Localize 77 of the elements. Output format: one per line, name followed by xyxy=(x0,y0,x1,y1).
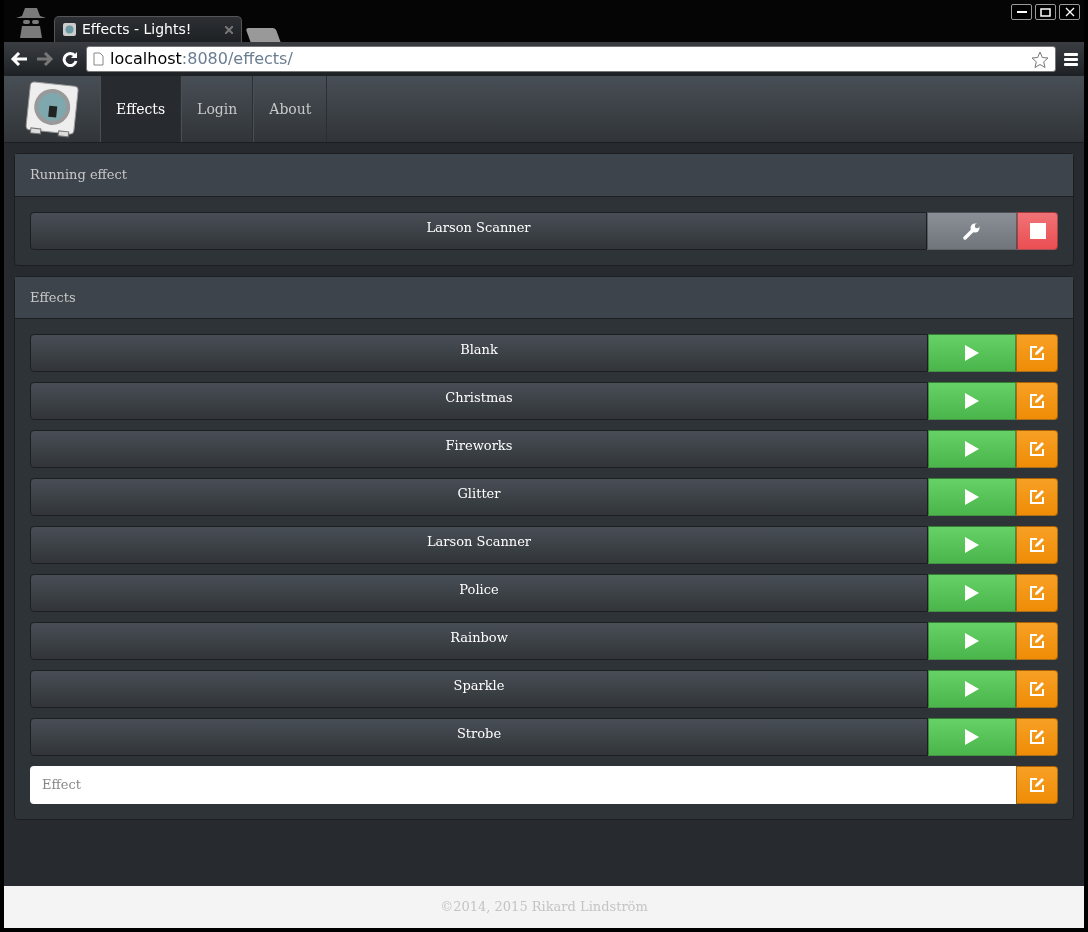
wrench-icon xyxy=(963,221,981,240)
menu-icon[interactable] xyxy=(1064,52,1078,66)
play-icon xyxy=(965,345,979,361)
play-button[interactable] xyxy=(928,622,1016,660)
play-button[interactable] xyxy=(928,574,1016,612)
nav-tab[interactable]: Login xyxy=(181,76,254,142)
star-icon[interactable] xyxy=(1031,50,1049,68)
play-icon xyxy=(965,681,979,697)
play-icon xyxy=(965,441,979,457)
edit-button[interactable] xyxy=(1016,622,1058,660)
stop-button[interactable] xyxy=(1017,211,1058,250)
panel-title: Running effect xyxy=(15,154,1073,197)
close-button[interactable] xyxy=(1059,4,1080,20)
edit-icon xyxy=(1029,633,1045,649)
play-button[interactable] xyxy=(928,478,1016,516)
edit-button[interactable] xyxy=(1016,718,1058,756)
edit-icon xyxy=(1029,441,1045,457)
maximize-button[interactable] xyxy=(1035,4,1056,20)
back-arrow-icon[interactable] xyxy=(10,52,28,66)
minimize-icon xyxy=(1016,11,1027,13)
browser-tab[interactable]: Effects - Lights! xyxy=(54,16,242,42)
effect-name[interactable]: Sparkle xyxy=(30,670,928,708)
play-icon xyxy=(965,729,979,745)
edit-button[interactable] xyxy=(1016,334,1058,372)
effect-name[interactable]: Larson Scanner xyxy=(30,211,927,250)
edit-button[interactable] xyxy=(1016,766,1058,804)
maximize-icon xyxy=(1040,7,1051,17)
play-icon xyxy=(965,633,979,649)
url-text: localhost:8080/effects/ xyxy=(110,48,293,70)
edit-icon xyxy=(1029,489,1045,505)
edit-icon xyxy=(1029,393,1045,409)
edit-icon xyxy=(1029,777,1045,793)
effect-name[interactable]: Blank xyxy=(30,334,928,372)
effect-name[interactable]: Fireworks xyxy=(30,430,928,468)
forward-arrow-icon[interactable] xyxy=(36,52,54,66)
edit-icon xyxy=(1029,729,1045,745)
page-favicon xyxy=(63,23,76,36)
effect-name[interactable]: Larson Scanner xyxy=(30,526,928,564)
play-button[interactable] xyxy=(928,382,1016,420)
tab-title: Effects - Lights! xyxy=(82,20,192,39)
edit-button[interactable] xyxy=(1016,478,1058,516)
effect-name[interactable]: Police xyxy=(30,574,928,612)
effect-name[interactable]: Rainbow xyxy=(30,622,928,660)
edit-button[interactable] xyxy=(1016,430,1058,468)
play-button[interactable] xyxy=(928,718,1016,756)
effect-name[interactable]: Strobe xyxy=(30,718,928,756)
close-icon[interactable] xyxy=(225,25,233,34)
nav-tab[interactable]: About xyxy=(253,76,328,142)
stop-icon xyxy=(1029,222,1046,239)
edit-icon xyxy=(1029,681,1045,697)
reload-icon[interactable] xyxy=(62,51,78,67)
edit-icon xyxy=(1029,537,1045,553)
edit-icon xyxy=(1029,585,1045,601)
edit-button[interactable] xyxy=(1016,526,1058,564)
play-button[interactable] xyxy=(928,526,1016,564)
play-icon xyxy=(965,585,979,601)
edit-button[interactable] xyxy=(1016,670,1058,708)
play-button[interactable] xyxy=(928,430,1016,468)
play-icon xyxy=(965,489,979,505)
effect-input-field[interactable]: Effect xyxy=(30,766,1016,804)
play-button[interactable] xyxy=(928,670,1016,708)
play-icon xyxy=(965,393,979,409)
minimize-button[interactable] xyxy=(1011,4,1032,20)
play-icon xyxy=(965,537,979,553)
edit-button[interactable] xyxy=(1016,382,1058,420)
close-icon xyxy=(1064,7,1075,17)
edit-icon xyxy=(1029,345,1045,361)
panel-title: Effects xyxy=(15,276,1073,319)
new-tab-button[interactable] xyxy=(245,28,281,42)
address-bar[interactable]: localhost:8080/effects/ xyxy=(86,46,1056,72)
nav-tab[interactable]: Effects xyxy=(100,76,182,142)
play-button[interactable] xyxy=(928,334,1016,372)
page-icon xyxy=(93,52,104,66)
edit-button[interactable] xyxy=(1016,574,1058,612)
configure-button[interactable] xyxy=(927,211,1017,250)
effect-name[interactable]: Glitter xyxy=(30,478,928,516)
effect-name[interactable]: Christmas xyxy=(30,382,928,420)
